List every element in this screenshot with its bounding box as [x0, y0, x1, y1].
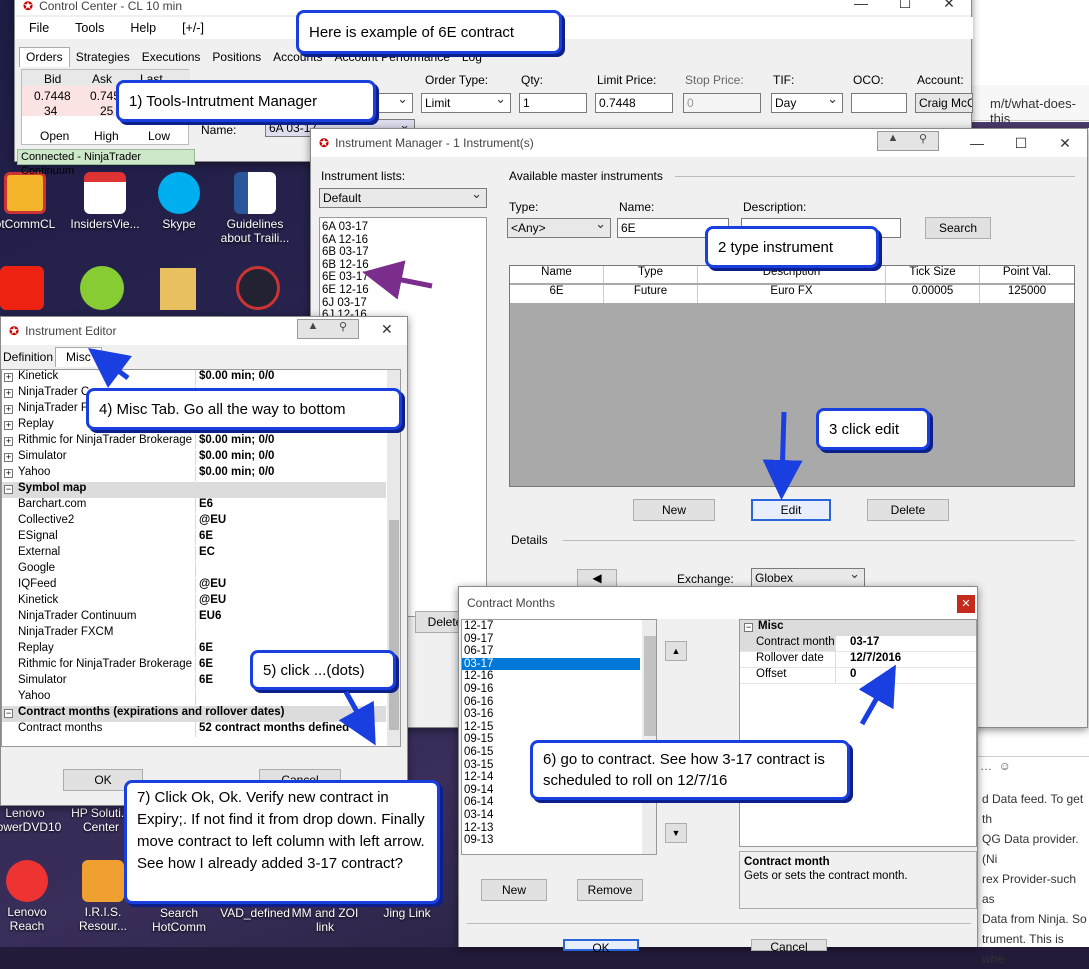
arrow-rollover: [858, 664, 896, 726]
arrow-edit: [762, 411, 803, 500]
arrow-contract-list: [362, 260, 433, 300]
arrow-misc-tab: [88, 348, 132, 388]
annotation-arrows: [88, 260, 896, 746]
arrow-dots: [338, 690, 376, 746]
